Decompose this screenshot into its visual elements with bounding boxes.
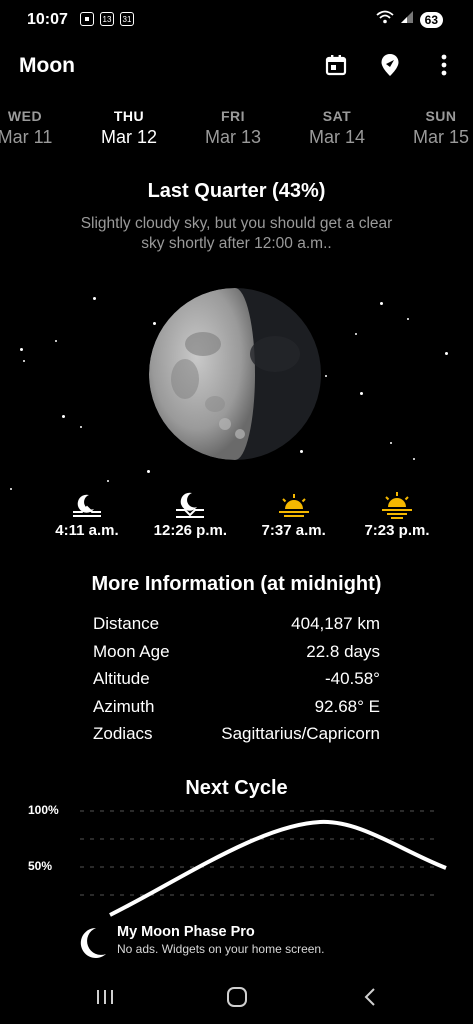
recents-button[interactable] [90,986,120,1008]
info-label: Zodiacs [93,724,153,743]
day-name: WED [7,108,43,124]
cycle-curve-graph [80,810,447,917]
day-tab-sun[interactable]: SUN Mar 15 [389,108,473,158]
day-name: THU [113,108,145,124]
battery-indicator: 63 [419,11,443,28]
promo-title: My Moon Phase Pro [117,924,255,940]
sunrise-icon [278,494,309,517]
moonset-item: 12:26 p.m. [140,490,240,539]
info-row-moon-age: Moon Age 22.8 days [93,640,380,668]
signal-icon [400,10,414,29]
day-date: Mar 13 [204,127,262,147]
calendar-13-icon: 13 [100,12,114,26]
moon-phase-image [149,288,321,460]
status-notification-icons: 13 31 [80,12,134,26]
moonrise-item: 4:11 a.m. [37,490,137,539]
phase-title: Last Quarter (43%) [147,180,326,202]
sunrise-item: 7:37 a.m. [244,490,344,539]
sunset-icon [381,492,412,519]
status-right: 63 [376,10,443,29]
app-title: Moon [19,54,75,77]
info-value: 404,187 km [291,614,380,633]
app-bar: Moon [0,44,473,88]
info-label: Altitude [93,669,150,688]
pro-promo-banner[interactable]: My Moon Phase Pro No ads. Widgets on you… [0,920,473,966]
more-info-title: More Information (at midnight) [91,573,382,595]
location-pin-icon [381,54,399,76]
moon-crescent-icon [80,927,106,958]
status-time: 10:07 [27,11,68,28]
home-icon [227,987,247,1007]
rise-set-row: 4:11 a.m. 12:26 p.m. 7:37 a.m. 7:23 p.m. [37,490,447,539]
recents-icon [97,990,113,1004]
day-date: Mar 15 [412,127,470,147]
sunrise-time: 7:37 a.m. [261,522,326,539]
moonset-icon [176,492,205,518]
day-tab-thu[interactable]: THU Mar 12 [77,108,181,158]
info-label: Azimuth [93,696,155,716]
day-date: Mar 14 [308,127,366,147]
wifi-icon [376,10,394,29]
next-cycle-chart: 100% 50% [0,800,473,920]
more-info-table: Distance 404,187 km Moon Age 22.8 days A… [93,612,380,750]
day-selector: WED Mar 11 THU Mar 12 FRI Mar 13 SAT Mar… [0,108,473,158]
moonrise-time: 4:11 a.m. [55,522,119,539]
cycle-curve [109,819,447,917]
day-date: Mar 11 [0,127,53,147]
more-vert-icon [441,54,447,76]
moon-display [0,270,473,500]
moonset-time: 12:26 p.m. [153,522,228,539]
calendar-icon [325,55,347,76]
day-tab-sat[interactable]: SAT Mar 14 [285,108,389,158]
system-nav-bar [0,976,473,1024]
info-value: 22.8 days [306,641,380,661]
info-value: Sagittarius/Capricorn [221,724,380,743]
home-button[interactable] [222,986,252,1008]
info-value: 92.68° E [314,696,380,716]
app-actions [323,52,457,78]
day-name: SUN [425,108,457,124]
sunset-item: 7:23 p.m. [347,490,447,539]
moonrise-icon [73,494,101,517]
day-name: FRI [220,108,246,124]
day-tab-wed[interactable]: WED Mar 11 [0,108,77,158]
location-button[interactable] [377,52,403,78]
info-label: Distance [93,614,160,633]
day-tab-fri[interactable]: FRI Mar 13 [181,108,285,158]
phase-description: Slightly cloudy sky, but you should get … [80,215,393,252]
back-button[interactable] [355,986,385,1008]
info-label: Moon Age [93,641,170,661]
day-name: SAT [322,108,352,124]
info-value: -40.58° [324,669,380,688]
info-row-distance: Distance 404,187 km [93,612,380,640]
day-date: Mar 12 [100,127,158,147]
promo-subtitle: No ads. Widgets on your home screen. [117,942,325,956]
calendar-button[interactable] [323,52,349,78]
more-options-button[interactable] [431,52,457,78]
moon-app-screen: 10:07 13 31 63 Moon WED Mar 11 THU Mar 1… [0,0,473,1024]
next-cycle-title: Next Cycle [185,777,288,799]
info-row-azimuth: Azimuth 92.68° E [93,695,380,723]
calendar-31-icon: 31 [120,12,134,26]
info-row-zodiacs: Zodiacs Sagittarius/Capricorn [93,722,380,750]
status-bar: 10:07 13 31 63 [0,0,473,40]
info-row-altitude: Altitude -40.58° [93,667,380,695]
back-icon [364,988,375,1006]
screenshot-icon [80,12,94,26]
sunset-time: 7:23 p.m. [364,522,430,539]
